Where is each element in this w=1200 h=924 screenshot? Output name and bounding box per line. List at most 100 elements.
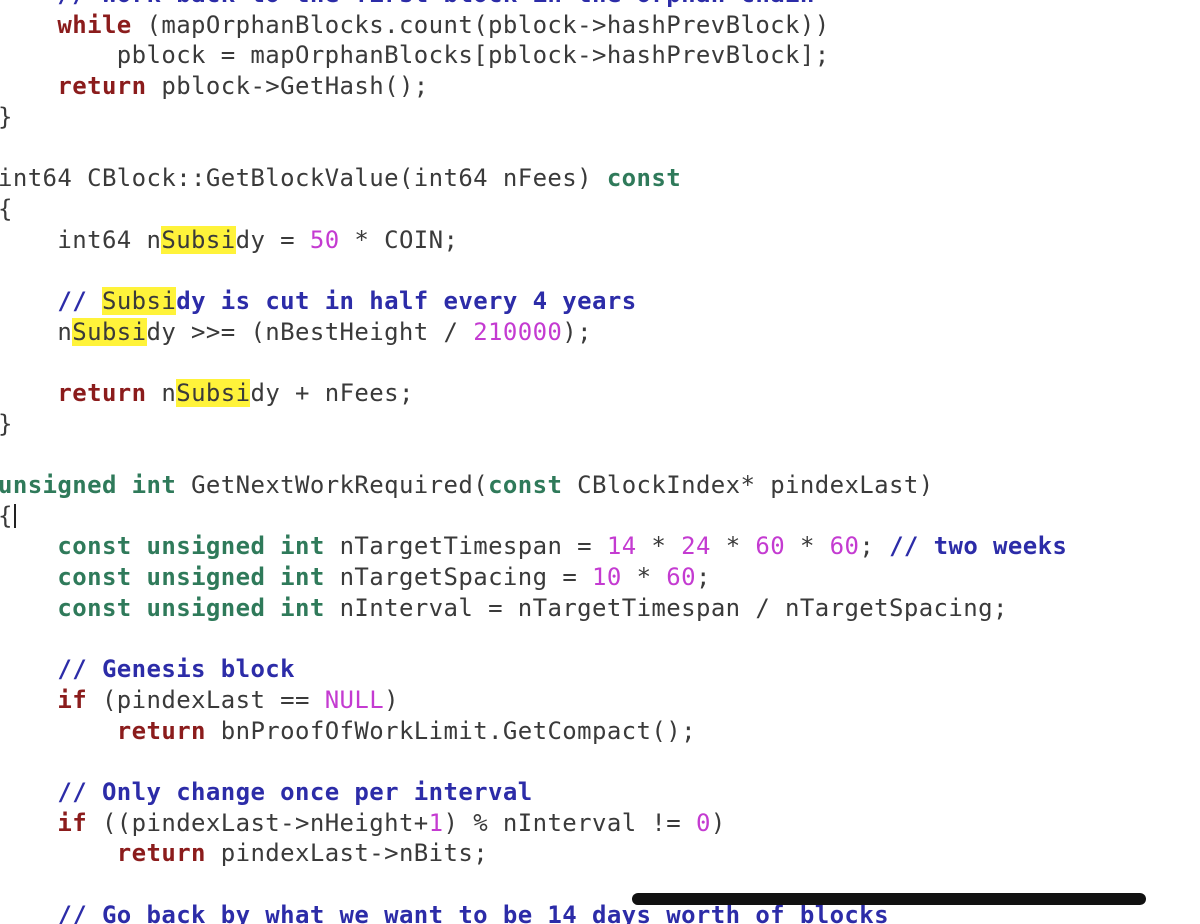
code-token: int xyxy=(131,471,177,499)
code-token: const xyxy=(606,164,682,193)
code-token: ) % nInterval != xyxy=(443,808,696,837)
code-token: 0 xyxy=(695,808,711,837)
code-token: // Genesis block xyxy=(57,655,295,684)
search-match-highlight: Subsi xyxy=(161,225,236,254)
code-token: dy + nFees; xyxy=(250,378,414,407)
code-line: ​ xyxy=(0,439,1067,470)
code-line: return pindexLast->nBits; xyxy=(0,838,1067,869)
code-token: bnProofOfWorkLimit.GetCompact(); xyxy=(205,716,696,745)
code-token: pblock = mapOrphanBlocks[pblock->hashPre… xyxy=(0,41,830,70)
code-line: // Subsidy is cut in half every 4 years xyxy=(0,286,1067,317)
code-line: nSubsidy >>= (nBestHeight / 210000); xyxy=(0,317,1067,348)
code-token: int64 n xyxy=(0,225,162,254)
code-token: return xyxy=(57,378,147,407)
code-token: const xyxy=(57,563,132,592)
code-line: ​ xyxy=(0,347,1067,378)
code-token: 60 xyxy=(829,532,860,561)
code-line: const unsigned int nInterval = nTargetTi… xyxy=(0,593,1067,624)
code-token: 1 xyxy=(428,808,444,837)
search-match-highlight: Subsi xyxy=(176,378,251,407)
code-token: return xyxy=(116,716,206,745)
code-token: int xyxy=(280,532,325,561)
code-line: int64 CBlock::GetBlockValue(int64 nFees)… xyxy=(0,163,1067,194)
code-line: ​ xyxy=(0,623,1067,654)
code-token: unsigned xyxy=(146,532,266,561)
code-token: const xyxy=(488,471,563,499)
code-line: const unsigned int nTargetTimespan = 14 … xyxy=(0,531,1067,562)
code-editor[interactable]: // Work back to the first block in the o… xyxy=(0,0,1200,924)
code-token: (pindexLast == xyxy=(87,685,325,714)
search-match-highlight: Subsi xyxy=(101,286,177,315)
code-token: * xyxy=(785,532,830,561)
code-token: pblock->GetHash(); xyxy=(146,72,429,101)
search-match-highlight: Subsi xyxy=(72,317,147,346)
code-token: ; xyxy=(859,532,890,561)
code-token: unsigned xyxy=(0,471,117,499)
code-line: ​ xyxy=(0,132,1067,163)
code-text-area[interactable]: // Work back to the first block in the o… xyxy=(0,0,1067,924)
code-line: return bnProofOfWorkLimit.GetCompact(); xyxy=(0,716,1067,747)
code-token: dy = xyxy=(235,225,310,254)
code-token: // xyxy=(57,286,102,315)
code-token: 50 xyxy=(309,225,340,254)
code-token: NULL xyxy=(324,685,385,714)
code-token: return xyxy=(57,72,147,101)
code-token: ); xyxy=(562,317,592,346)
code-line: int64 nSubsidy = 50 * COIN; xyxy=(0,225,1067,256)
code-token: { xyxy=(0,195,13,223)
code-token: dy >>= (nBestHeight / xyxy=(146,317,474,346)
code-token: ) xyxy=(384,685,399,714)
code-token: nTargetSpacing = xyxy=(324,563,593,592)
code-line: { xyxy=(0,501,1067,532)
code-token: const xyxy=(57,593,132,622)
code-token: if xyxy=(57,685,88,714)
code-token: while xyxy=(57,10,132,39)
code-token: 10 xyxy=(592,563,622,592)
code-line: } xyxy=(0,102,1067,133)
code-token: 210000 xyxy=(473,317,563,346)
code-token: * xyxy=(621,563,667,592)
code-token: 60 xyxy=(666,563,696,592)
code-token: nInterval = nTargetTimespan / nTargetSpa… xyxy=(324,593,1008,622)
code-line: ​ xyxy=(0,746,1067,777)
code-line: return nSubsidy + nFees; xyxy=(0,378,1067,409)
code-token: int xyxy=(280,563,325,592)
code-line: { xyxy=(0,194,1067,225)
code-token: * xyxy=(636,532,682,561)
code-token: // Only change once per interval xyxy=(57,777,533,806)
text-cursor xyxy=(13,503,16,528)
code-token: } xyxy=(0,103,13,131)
code-line: ​ xyxy=(0,255,1067,286)
horizontal-scrollbar-thumb[interactable] xyxy=(632,893,1146,905)
code-token: int64 CBlock::GetBlockValue(int64 nFees) xyxy=(0,164,607,193)
code-token: pindexLast->nBits; xyxy=(205,839,489,868)
code-line: } xyxy=(0,409,1067,440)
code-token: // two weeks xyxy=(889,532,1068,561)
code-token: GetNextWorkRequired( xyxy=(176,471,489,499)
code-token: * COIN; xyxy=(339,225,459,254)
code-line: // Only change once per interval xyxy=(0,777,1067,808)
code-line: pblock = mapOrphanBlocks[pblock->hashPre… xyxy=(0,40,1067,71)
code-line: // Genesis block xyxy=(0,654,1067,685)
code-line: if (pindexLast == NULL) xyxy=(0,685,1067,716)
code-token: nTargetTimespan = xyxy=(324,532,607,561)
code-token: n xyxy=(0,317,73,346)
code-line: if ((pindexLast->nHeight+1) % nInterval … xyxy=(0,808,1067,839)
code-token: CBlockIndex* pindexLast) xyxy=(562,471,934,499)
